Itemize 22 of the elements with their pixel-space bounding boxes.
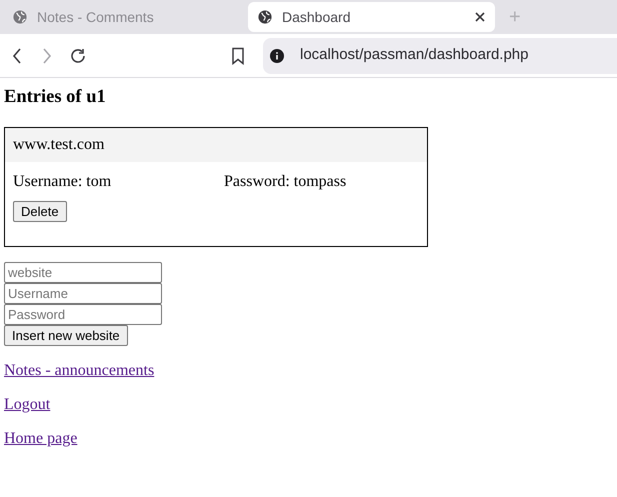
input-field[interactable]: Username	[4, 283, 162, 304]
password-text: Password: tompass	[224, 172, 346, 192]
input-field[interactable]: Password	[4, 304, 162, 326]
close-icon[interactable]	[475, 12, 485, 22]
info-icon[interactable]	[270, 48, 284, 62]
page-heading: Entries of u1	[4, 86, 106, 109]
url-text: localhost/passman/dashboard.php	[300, 45, 528, 66]
input-field[interactable]: website	[4, 262, 162, 284]
insert-button[interactable]: Insert new website	[4, 325, 128, 346]
bookmark-icon[interactable]	[231, 46, 245, 64]
globe-icon	[258, 10, 272, 24]
username-text: Username: tom	[13, 172, 112, 192]
page-link[interactable]: Notes - announcements	[4, 361, 154, 380]
delete-button[interactable]: Delete	[13, 201, 67, 222]
reload-icon[interactable]	[69, 46, 87, 64]
back-icon[interactable]	[11, 46, 23, 64]
globe-icon	[13, 10, 27, 24]
website-text: www.test.com	[13, 135, 104, 156]
page-link[interactable]: Home page	[4, 429, 78, 448]
page-link[interactable]: Logout	[4, 395, 50, 414]
browser-tab[interactable]: Dashboard	[248, 2, 495, 32]
address-bar[interactable]: localhost/passman/dashboard.php	[263, 38, 617, 74]
